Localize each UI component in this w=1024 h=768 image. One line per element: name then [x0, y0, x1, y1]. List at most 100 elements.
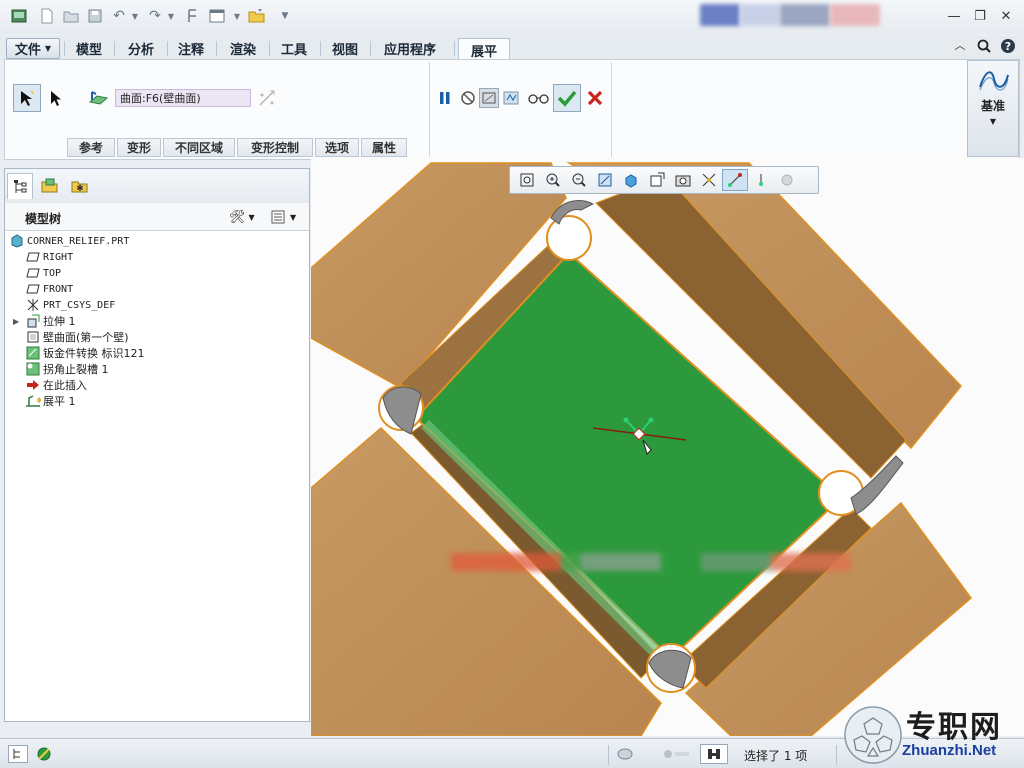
tree-item[interactable]: 在此插入	[25, 377, 87, 393]
open-icon[interactable]	[62, 7, 80, 25]
datum-display-icon[interactable]	[696, 169, 722, 191]
filter-icon[interactable]	[700, 744, 728, 764]
folder-icon[interactable]	[248, 7, 266, 25]
graphics-window[interactable]	[311, 158, 1024, 736]
tab-render[interactable]: 渲染	[218, 38, 268, 59]
datum-label: 基准	[980, 99, 1005, 113]
subtab-references[interactable]: 参考	[67, 138, 115, 157]
sheetmetal-convert-icon	[25, 346, 41, 360]
regenerate-icon[interactable]	[184, 7, 202, 25]
annotation-display-icon[interactable]	[722, 169, 748, 191]
zoom-in-icon[interactable]	[540, 169, 566, 191]
tree-settings-button[interactable]: 🛠 ▼	[229, 208, 259, 226]
help-icon[interactable]: ?	[998, 37, 1018, 55]
cancel-button[interactable]	[583, 86, 607, 110]
minimize-ribbon-icon[interactable]: ︿	[950, 36, 970, 54]
tree-item-label: CORNER_RELIEF.PRT	[27, 235, 130, 247]
display-style-icon[interactable]	[618, 169, 644, 191]
redo-dropdown-icon[interactable]: ▼	[162, 7, 180, 25]
tree-item[interactable]: ✱ 展平 1	[25, 393, 76, 409]
tab-file[interactable]: 文件 ▼	[6, 38, 60, 59]
new-icon[interactable]	[38, 7, 56, 25]
tab-model[interactable]: 模型	[66, 38, 112, 59]
subtab-deform[interactable]: 变形	[117, 138, 161, 157]
appearance-icon[interactable]	[774, 169, 800, 191]
view-manager-icon[interactable]	[670, 169, 696, 191]
watermark-cn: 专职网	[906, 710, 1002, 745]
tree-item[interactable]: 钣金件转换 标识121	[25, 345, 145, 361]
svg-text:✱: ✱	[36, 396, 41, 405]
part-icon	[9, 234, 25, 248]
blurred-title-part	[830, 4, 880, 26]
flatten-icon: ✱	[25, 394, 41, 408]
watermark-en: Zhuanzhi.Net	[902, 742, 997, 759]
regen-status-icon[interactable]	[614, 745, 636, 763]
tree-item[interactable]: CORNER_RELIEF.PRT	[9, 233, 129, 249]
windows-dropdown-icon[interactable]: ▼	[228, 7, 246, 25]
subtab-options[interactable]: 选项	[315, 138, 359, 157]
ribbon-tabs: 文件 ▼ 模型 分析 注释 渲染 工具 视图 应用程序 展平 ︿ ?	[0, 36, 1024, 61]
chevron-down-icon: ▼	[989, 117, 997, 126]
spin-center-icon[interactable]	[748, 169, 774, 191]
tab-flatten[interactable]: 展平	[458, 38, 510, 61]
undo-dropdown-icon[interactable]: ▼	[126, 7, 144, 25]
glasses-preview-icon[interactable]	[527, 88, 551, 108]
browser-toggle-icon[interactable]	[34, 745, 54, 763]
datum-group-button[interactable]: 基准 ▼	[967, 60, 1019, 157]
tab-analysis[interactable]: 分析	[116, 38, 166, 59]
chevron-down-icon: ▼	[248, 212, 255, 222]
tree-item[interactable]: RIGHT	[25, 249, 73, 265]
datum-plane-icon	[25, 282, 41, 296]
repaint-icon[interactable]	[592, 169, 618, 191]
flip-direction-icon[interactable]	[257, 88, 277, 108]
pointer-icon[interactable]	[47, 88, 65, 108]
tree-item[interactable]: 壁曲面(第一个壁)	[25, 329, 129, 345]
expand-arrow-icon[interactable]: ▶	[13, 317, 25, 326]
tree-item[interactable]: 拐角止裂槽 1	[25, 361, 109, 377]
tab-applications[interactable]: 应用程序	[372, 38, 448, 59]
tab-annotate[interactable]: 注释	[168, 38, 214, 59]
customize-icon[interactable]: ▼	[276, 7, 294, 25]
confirm-button[interactable]	[553, 84, 581, 112]
refit-icon[interactable]	[514, 169, 540, 191]
preview-geometry-icon[interactable]	[479, 88, 499, 108]
blurred-title-part	[780, 4, 830, 26]
subtab-deform-control[interactable]: 变形控制	[237, 138, 313, 157]
folder-browser-tab-icon[interactable]	[37, 173, 63, 199]
pause-icon[interactable]	[435, 88, 455, 108]
save-icon[interactable]	[86, 7, 104, 25]
tree-item-label: TOP	[43, 267, 62, 279]
watermark-logo	[844, 706, 902, 764]
tree-item[interactable]: ▶ 拉伸 1	[13, 313, 76, 329]
tab-view[interactable]: 视图	[322, 38, 368, 59]
view-toolbar	[509, 166, 819, 194]
subtab-different-areas[interactable]: 不同区域	[163, 138, 235, 157]
model-tree-tab-icon[interactable]	[7, 173, 33, 199]
windows-icon[interactable]	[208, 7, 226, 25]
corner-relief-icon	[25, 362, 41, 376]
restore-icon[interactable]: ❐	[970, 7, 990, 25]
saved-orientations-icon[interactable]	[644, 169, 670, 191]
tab-tools[interactable]: 工具	[270, 38, 318, 59]
close-icon[interactable]: ✕	[996, 7, 1016, 25]
subtab-properties[interactable]: 属性	[361, 138, 407, 157]
favorites-tab-icon[interactable]: ✱	[67, 173, 93, 199]
verify-mode-icon[interactable]	[501, 88, 521, 108]
tree-item[interactable]: FRONT	[25, 281, 73, 297]
app-icon[interactable]	[10, 7, 28, 25]
surface-reference-field[interactable]: 曲面:F6(壁曲面)	[115, 89, 251, 107]
search-icon[interactable]	[974, 37, 994, 55]
minimize-icon[interactable]: —	[944, 7, 964, 25]
tab-file-label: 文件	[14, 43, 41, 58]
tree-item-label: 展平 1	[43, 395, 76, 408]
no-preview-icon[interactable]	[459, 88, 477, 108]
tree-item[interactable]: PRT_CSYS_DEF	[25, 297, 115, 313]
tree-item[interactable]: TOP	[25, 265, 61, 281]
navigator-toggle-icon[interactable]	[8, 745, 28, 763]
tree-item-label: FRONT	[43, 283, 74, 295]
tree-show-button[interactable]: ▼	[271, 208, 305, 226]
zoom-out-icon[interactable]	[566, 169, 592, 191]
blurred-title-part	[700, 4, 740, 26]
sheetmetal-model[interactable]	[311, 158, 1024, 736]
select-surface-tool-icon[interactable]	[13, 84, 41, 112]
